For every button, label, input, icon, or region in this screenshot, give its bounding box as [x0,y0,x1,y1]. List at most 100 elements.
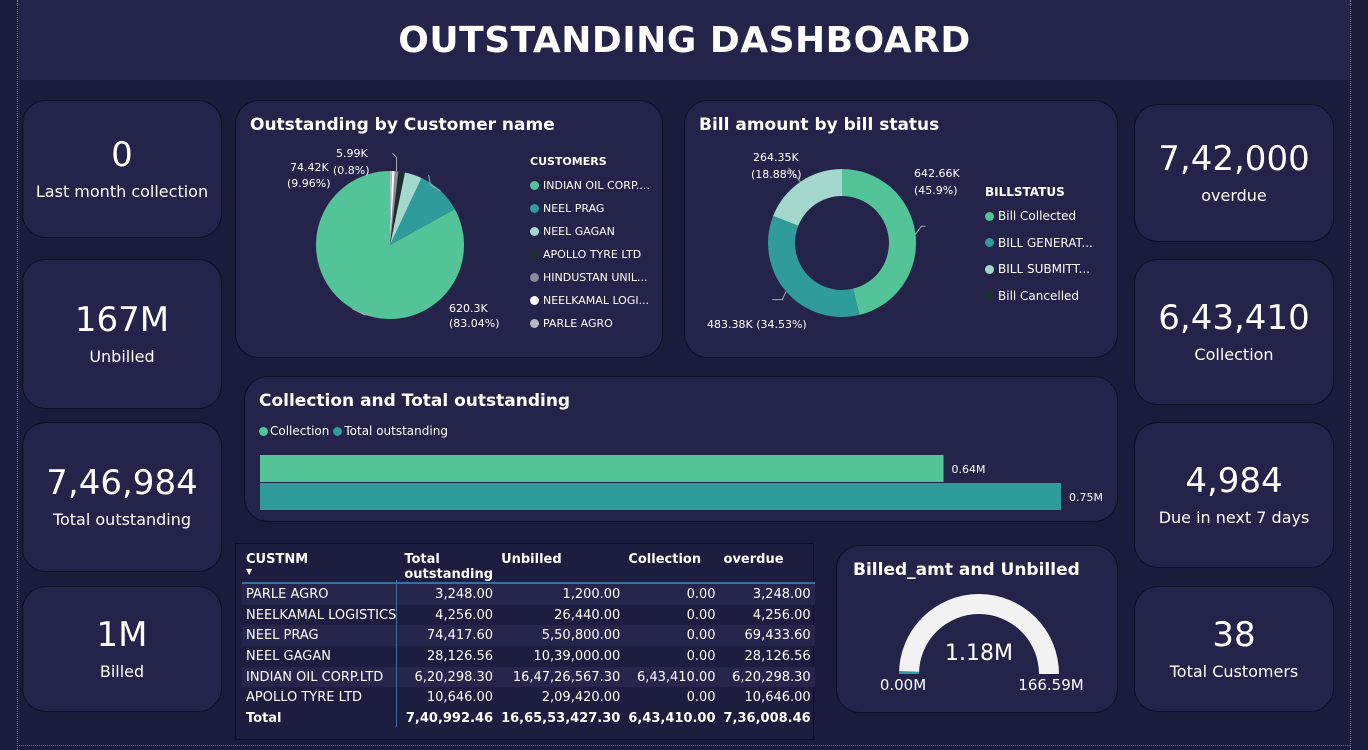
pie-data-label: 74.42K [290,161,329,174]
kpi-label: overdue [1201,186,1267,206]
table-row[interactable]: APOLLO TYRE LTD 10,646.00 2,09,420.00 0.00 1… [242,687,815,708]
legend-item-bill-submitt[interactable]: BILL SUBMITT... [985,256,1093,283]
legend-item-indian-oil-corp[interactable]: INDIAN OIL CORP.... [530,174,650,197]
donut-chart[interactable]: 642.66K (45.9%) 483.38K (34.53%) 264.35K (18… [685,137,981,357]
table-cell: 10,646.00 [426,690,494,706]
bar-total-outstanding[interactable] [260,483,1061,510]
legend-dot [530,227,539,236]
legend-item-apollo-tyre-ltd[interactable]: APOLLO TYRE LTD [530,243,650,266]
legend-label: APOLLO TYRE LTD [543,248,642,261]
table-cell: NEEL GAGAN [246,648,331,664]
kpi-label: Total Customers [1169,662,1299,682]
legend-label: NEEL PRAG [543,202,605,215]
table-row[interactable]: NEEL GAGAN 28,126.56 10,39,000.00 0.00 28,12… [242,646,815,667]
gauge-max-label: 166.59M [1018,676,1083,694]
gauge-panel[interactable]: Billed_amt and Unbilled 1.18M 0.00M 166.59… [836,545,1118,713]
legend-item-bill-generat[interactable]: BILL GENERAT... [985,230,1093,257]
legend-item-total-outstanding[interactable]: Total outstanding [333,424,448,438]
bar-data-label: 0.64M [952,463,986,476]
legend-title: BILLSTATUS [985,185,1065,199]
table-cell: 28,126.56 [426,648,494,664]
dashboard-header: OUTSTANDING DASHBOARD [19,0,1350,80]
table-cell: 0.00 [686,648,716,664]
kpi-value: 0 [111,134,133,175]
column-header-label: overdue [723,552,784,567]
pie-data-label: 620.3K [449,302,488,315]
bar-collection[interactable] [260,455,944,482]
table-cell: APOLLO TYRE LTD [246,690,363,706]
legend-dot [259,426,268,436]
kpi-total-outstanding[interactable]: 7,46,984 Total outstanding [22,422,222,572]
kpi-value: 7,42,000 [1158,138,1310,179]
table-cell: 2,09,420.00 [541,690,621,706]
chart-title: Billed_amt and Unbilled [853,560,1080,580]
column-header-collection[interactable]: Collection [624,552,720,584]
table-row[interactable]: NEELKAMAL LOGISTICS 4,256.00 26,440.00 0.00… [242,605,815,626]
legend-label: NEEL GAGAN [543,225,615,238]
bar-chart[interactable]: 0.64M 0.75M [245,451,1115,521]
legend-dot [985,264,994,274]
frame-border-left [17,0,18,750]
table-cell: 3,248.00 [400,583,498,605]
kpi-collection[interactable]: 6,43,410 Collection [1134,259,1334,405]
table-row[interactable]: INDIAN OIL CORP.LTD 6,20,298.30 16,47,26,5… [242,666,815,688]
donut-data-label-pct: (18.88%) [751,168,802,181]
sort-descending-icon[interactable]: ▼ [246,568,396,576]
kpi-unbilled[interactable]: 167M Unbilled [22,259,222,409]
chart-title: Bill amount by bill status [699,115,940,135]
legend-dot [530,250,539,259]
table-row[interactable]: NEEL PRAG 74,417.60 5,50,800.00 0.00 69,433.… [242,625,815,647]
legend-dot [530,319,539,328]
kpi-total-customers[interactable]: 38 Total Customers [1134,586,1334,712]
table-cell: 0.00 [624,583,720,605]
table-cell: 5,50,800.00 [497,625,625,647]
legend-item-bill-collected[interactable]: Bill Collected [985,203,1093,230]
gauge-chart[interactable]: 1.18M 0.00M 166.59M [837,584,1119,714]
kpi-label: Last month collection [35,182,209,202]
kpi-overdue[interactable]: 7,42,000 overdue [1134,104,1334,242]
legend-item-hindustan-unil[interactable]: HINDUSTAN UNIL... [530,266,650,289]
table-total-cell: Total [246,710,282,726]
kpi-label: Collection [1194,345,1274,365]
legend-label: Bill Collected [998,209,1077,224]
outstanding-table[interactable]: CUSTNM ▼ Total outstanding Unbilled Collecti… [235,543,815,740]
donut-slice-bill-generat[interactable] [768,215,860,317]
table-cell: 6,43,410.00 [624,666,720,688]
kpi-billed[interactable]: 1M Billed [22,586,222,712]
legend-item-neel-gagan[interactable]: NEEL GAGAN [530,220,650,243]
legend-item-bill-cancelled[interactable]: Bill Cancelled [985,283,1093,310]
chart-title: Outstanding by Customer name [250,115,555,135]
bar-legend: Collection Total outstanding [259,424,448,438]
column-header-custnm[interactable]: CUSTNM ▼ [242,552,401,584]
pie-chart[interactable]: 620.3K (83.04%) 74.42K (9.96%) 5.99K (0.8%) [236,137,526,357]
table-cell: PARLE AGRO [242,583,401,605]
column-header-label: CUSTNM [246,552,309,567]
legend-dot [985,291,994,301]
legend-label: Bill Cancelled [998,288,1080,303]
donut-leader-line [915,225,926,235]
bar-chart-panel[interactable]: Collection and Total outstanding Collect… [244,376,1118,522]
donut-chart-panel[interactable]: Bill amount by bill status 642.66K (45.9%… [684,100,1118,358]
chart-title: Collection and Total outstanding [259,391,571,411]
column-header-unbilled[interactable]: Unbilled [497,552,625,584]
donut-data-label: 264.35K [753,151,799,164]
legend-item-neelkamal-logi[interactable]: NEELKAMAL LOGI... [530,289,650,312]
pie-legend: CUSTOMERS INDIAN OIL CORP.... NEEL PRAG NE… [530,155,650,335]
legend-label: BILL GENERAT... [998,235,1093,250]
table-cell: 6,20,298.30 [400,666,498,688]
table-cell: 16,47,26,567.30 [497,666,625,688]
legend-item-neel-prag[interactable]: NEEL PRAG [530,197,650,220]
column-header-total-outstanding[interactable]: Total outstanding [400,552,498,584]
column-header-overdue[interactable]: overdue [719,552,815,584]
table-column-divider [396,580,397,727]
legend-item-collection[interactable]: Collection [259,424,329,438]
table-row[interactable]: PARLE AGRO 3,248.00 1,200.00 0.00 3,248.00 [242,583,815,605]
legend-item-parle-agro[interactable]: PARLE AGRO [530,312,650,335]
pie-leader-line [392,152,398,172]
kpi-due-next-7-days[interactable]: 4,984 Due in next 7 days [1134,422,1334,568]
table-total-cell: 7,36,008.46 [723,710,811,726]
legend-dot [530,273,539,282]
kpi-last-month-collection[interactable]: 0 Last month collection [22,100,222,238]
column-header-label: Collection [628,552,702,567]
pie-chart-panel[interactable]: Outstanding by Customer name 620.3K (83.0… [235,100,663,358]
